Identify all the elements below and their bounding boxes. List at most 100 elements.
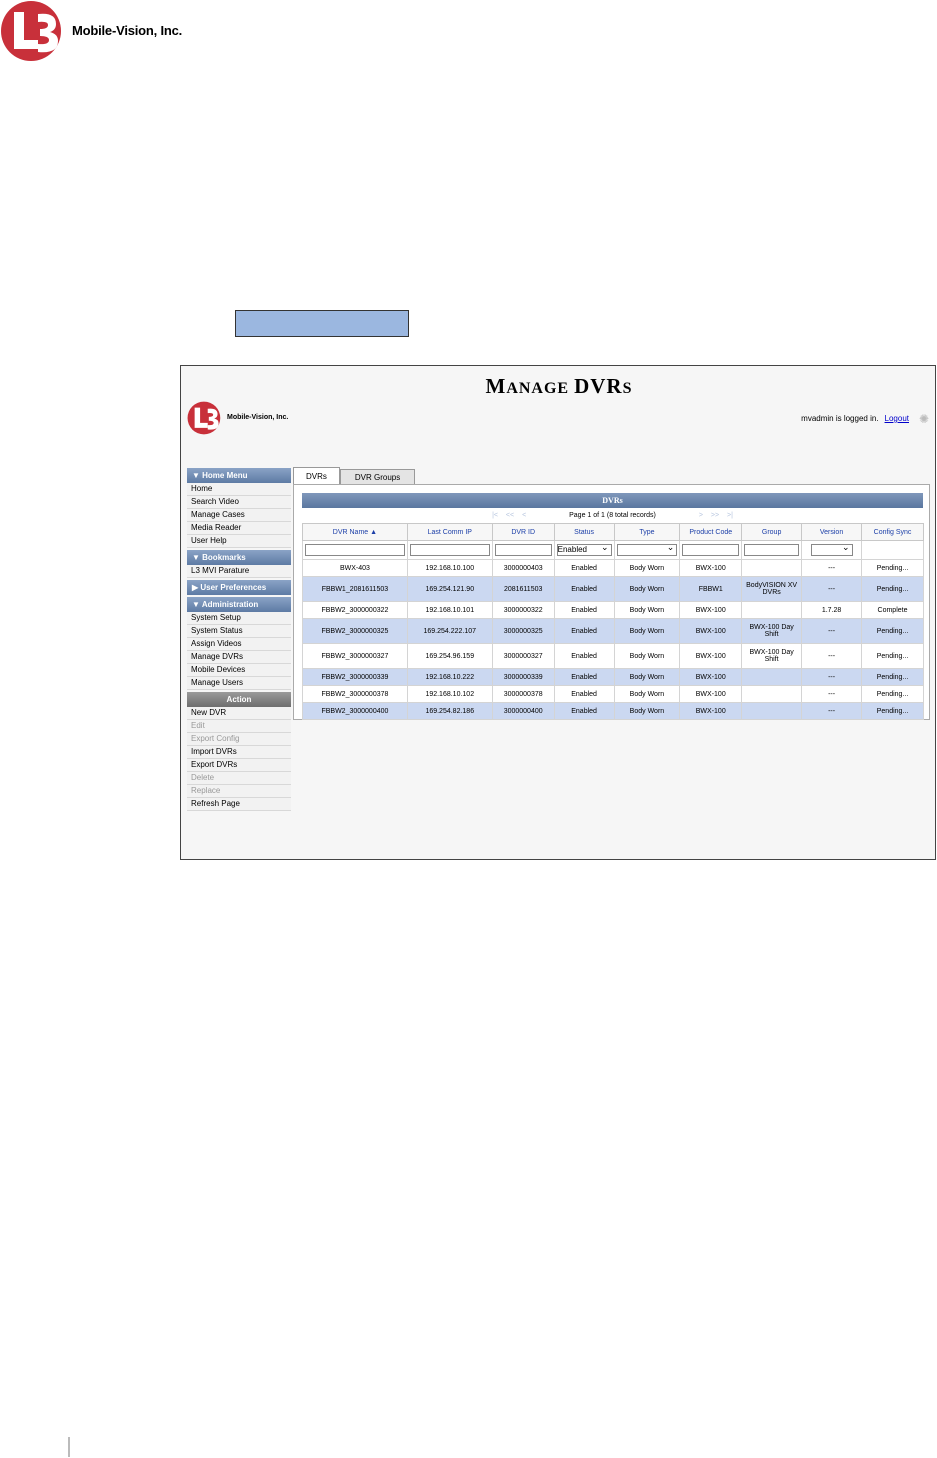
sidebar-item-assign-videos[interactable]: Assign Videos xyxy=(187,638,291,651)
filter-dvr-id[interactable] xyxy=(494,544,552,556)
sidebar-item-user-help[interactable]: User Help xyxy=(187,535,291,548)
grid-title: DVRs xyxy=(302,493,923,508)
cell: Enabled xyxy=(553,685,615,703)
cell: 3000000339 xyxy=(491,668,555,686)
cell: 3000000403 xyxy=(491,559,555,577)
cell: Enabled xyxy=(553,643,615,669)
sidebar-item-search-video[interactable]: Search Video xyxy=(187,496,291,509)
action-replace[interactable]: Replace xyxy=(187,785,291,798)
cell: FBBW1_2081611503 xyxy=(302,576,408,602)
login-text: mvadmin is logged in. xyxy=(801,414,879,423)
action-delete[interactable]: Delete xyxy=(187,772,291,785)
table-row[interactable]: FBBW2_3000000325 169.254.222.107 300000032… xyxy=(302,618,924,644)
prev-block-icon[interactable]: << xyxy=(506,512,514,519)
user-preferences-header[interactable]: ▶ User Preferences xyxy=(187,580,291,595)
cell: 169.254.222.107 xyxy=(406,618,493,644)
sidebar-item-manage-users[interactable]: Manage Users xyxy=(187,677,291,690)
home-menu-header[interactable]: ▼ Home Menu xyxy=(187,468,291,483)
filter-dvr-name[interactable] xyxy=(305,544,405,556)
cell: BWX-100 xyxy=(679,618,743,644)
col-dvr-name[interactable]: DVR Name ▲ xyxy=(302,523,408,541)
cell: 192.168.10.101 xyxy=(406,601,493,619)
cell: 169.254.96.159 xyxy=(406,643,493,669)
table-row[interactable]: FBBW2_3000000322 192.168.10.101 3000000322… xyxy=(302,601,924,619)
action-export-dvrs[interactable]: Export DVRs xyxy=(187,759,291,772)
col-last-comm-ip[interactable]: Last Comm IP xyxy=(406,523,493,541)
cell: BWX-403 xyxy=(302,559,408,577)
cell: --- xyxy=(801,576,863,602)
sidebar-item-mobile-devices[interactable]: Mobile Devices xyxy=(187,664,291,677)
last-page-icon[interactable]: >| xyxy=(727,512,733,519)
sidebar-item-media-reader[interactable]: Media Reader xyxy=(187,522,291,535)
col-config-sync[interactable]: Config Sync xyxy=(861,523,924,541)
table-row[interactable]: FBBW2_3000000400 169.254.82.186 3000000400… xyxy=(302,702,924,720)
cell: Body Worn xyxy=(613,702,681,720)
cell: --- xyxy=(801,618,863,644)
col-status[interactable]: Status xyxy=(553,523,615,541)
sidebar-item-manage-dvrs[interactable]: Manage DVRs xyxy=(187,651,291,664)
sidebar-item-manage-cases[interactable]: Manage Cases xyxy=(187,509,291,522)
cell: BodyVISION XV DVRs xyxy=(741,576,803,602)
cell: Enabled xyxy=(553,618,615,644)
filter-type-select[interactable] xyxy=(616,542,678,556)
table-row[interactable]: FBBW2_3000000378 192.168.10.102 3000000378… xyxy=(302,685,924,703)
filter-version-select[interactable] xyxy=(810,542,853,556)
cell xyxy=(741,668,803,686)
cell: 2081611503 xyxy=(491,576,555,602)
cell xyxy=(741,685,803,703)
table-row[interactable]: BWX-403 192.168.10.100 3000000403 Enabled Bo… xyxy=(302,559,924,577)
sidebar-item-system-setup[interactable]: System Setup xyxy=(187,612,291,625)
next-block-icon[interactable]: >> xyxy=(711,512,719,519)
administration-header[interactable]: ▼ Administration xyxy=(187,597,291,612)
cell: Pending... xyxy=(861,702,924,720)
cell: BWX-100 xyxy=(679,685,743,703)
cell: Body Worn xyxy=(613,685,681,703)
action-new-dvr[interactable]: New DVR xyxy=(187,707,291,720)
cell xyxy=(741,559,803,577)
table-row[interactable]: FBBW1_2081611503 169.254.121.90 2081611503… xyxy=(302,576,924,602)
cell: BWX-100 xyxy=(679,643,743,669)
col-type[interactable]: Type xyxy=(613,523,681,541)
sidebar-item-system-status[interactable]: System Status xyxy=(187,625,291,638)
table-row[interactable]: FBBW2_3000000339 192.168.10.222 3000000339… xyxy=(302,668,924,686)
action-export-config[interactable]: Export Config xyxy=(187,733,291,746)
cell: FBBW2_3000000400 xyxy=(302,702,408,720)
cell: Body Worn xyxy=(613,668,681,686)
cell: Enabled xyxy=(553,601,615,619)
cell: 192.168.10.102 xyxy=(406,685,493,703)
cell: Body Worn xyxy=(613,576,681,602)
cell: Pending... xyxy=(861,668,924,686)
sidebar-item-home[interactable]: Home xyxy=(187,483,291,496)
col-product-code[interactable]: Product Code xyxy=(679,523,743,541)
cell: Enabled xyxy=(553,668,615,686)
cell: 3000000322 xyxy=(491,601,555,619)
app-company-name: Mobile-Vision, Inc. xyxy=(227,414,289,421)
prev-page-icon[interactable]: < xyxy=(522,512,526,519)
sidebar-item-l3-mvi-parature[interactable]: L3 MVI Parature xyxy=(187,565,291,578)
action-edit[interactable]: Edit xyxy=(187,720,291,733)
col-version[interactable]: Version xyxy=(801,523,863,541)
filter-product-code[interactable] xyxy=(682,544,740,556)
cell: 3000000400 xyxy=(491,702,555,720)
cell: Pending... xyxy=(861,559,924,577)
cell: Pending... xyxy=(861,685,924,703)
pager-text: Page 1 of 1 (8 total records) xyxy=(569,512,656,519)
filter-status-select[interactable]: Enabled xyxy=(556,542,612,556)
cell: Pending... xyxy=(861,643,924,669)
bookmarks-header[interactable]: ▼ Bookmarks xyxy=(187,550,291,565)
filter-group[interactable] xyxy=(744,544,800,556)
first-page-icon[interactable]: |< xyxy=(492,512,498,519)
col-dvr-id[interactable]: DVR ID xyxy=(491,523,555,541)
logout-link[interactable]: Logout xyxy=(885,414,909,423)
cell: Pending... xyxy=(861,618,924,644)
filter-last-comm-ip[interactable] xyxy=(409,544,490,556)
action-import-dvrs[interactable]: Import DVRs xyxy=(187,746,291,759)
action-refresh-page[interactable]: Refresh Page xyxy=(187,798,291,811)
cell: 169.254.121.90 xyxy=(406,576,493,602)
login-status: mvadmin is logged in. Logout xyxy=(801,414,909,423)
table-row[interactable]: FBBW2_3000000327 169.254.96.159 3000000327… xyxy=(302,643,924,669)
cell: Enabled xyxy=(553,559,615,577)
col-group[interactable]: Group xyxy=(741,523,803,541)
next-page-icon[interactable]: > xyxy=(699,512,703,519)
cell: 169.254.82.186 xyxy=(406,702,493,720)
